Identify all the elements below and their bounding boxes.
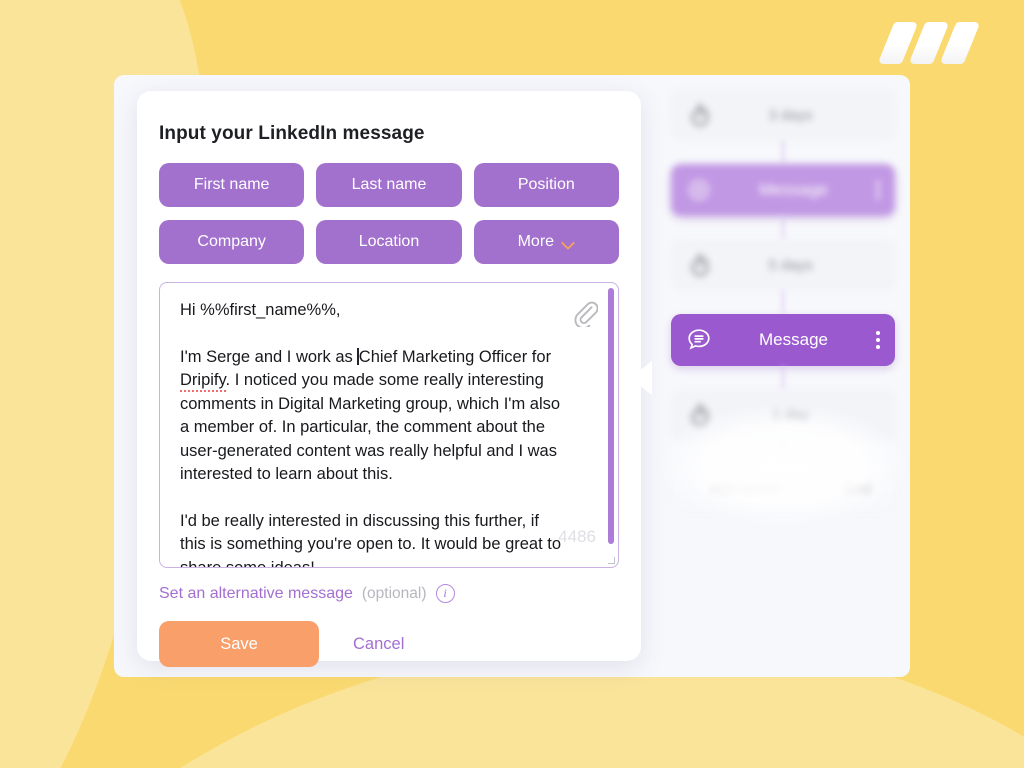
message-para1-c: . I noticed you made some really interes… <box>180 371 565 483</box>
info-icon[interactable]: i <box>435 584 455 603</box>
three-slash-logo <box>877 22 994 64</box>
stopwatch-icon <box>672 403 728 427</box>
workflow-connector <box>781 140 784 164</box>
message-para1-a: I'm Serge and I work as <box>180 347 358 366</box>
message-dialog: Input your LinkedIn message First name L… <box>137 91 652 667</box>
tag-label: More <box>517 233 555 250</box>
tag-button-more[interactable]: More <box>473 220 619 264</box>
variable-tag-grid: First name Last name Position Company Lo… <box>159 163 619 264</box>
stopwatch-icon <box>672 253 728 277</box>
workflow-node-delay[interactable]: 5 days <box>670 240 895 290</box>
chevron-down-icon <box>562 238 575 246</box>
tag-label: Position <box>517 176 575 193</box>
textarea-scrollbar[interactable] <box>608 285 616 567</box>
scrollbar-thumb[interactable] <box>608 288 614 544</box>
workflow-node-message-selected[interactable]: Message <box>670 314 895 366</box>
workflow-node-message[interactable]: Message <box>670 164 895 216</box>
character-counter: 4486 <box>558 527 596 546</box>
workflow-node-label: 1 day <box>772 406 809 424</box>
background-band-outer <box>0 0 74 768</box>
end-button[interactable]: End <box>822 465 894 511</box>
message-greeting: Hi %%first_name%%, <box>180 301 341 319</box>
message-textarea[interactable]: Hi %%first_name%%, I'm Serge and I work … <box>159 282 619 568</box>
screen: 3 days Message 5 days Message 1 day Add … <box>0 0 1024 768</box>
kebab-menu-icon[interactable] <box>861 331 895 349</box>
tag-label: Location <box>358 233 420 250</box>
resize-handle[interactable] <box>608 557 615 564</box>
optional-label: (optional) <box>361 584 427 602</box>
message-para2: I'd be really interested in discussing t… <box>180 511 562 567</box>
save-button[interactable]: Save <box>159 621 319 667</box>
tag-label: Last name <box>351 176 427 193</box>
tag-button-position[interactable]: Position <box>473 163 619 207</box>
message-text[interactable]: Hi %%first_name%%, I'm Serge and I work … <box>160 283 618 567</box>
tag-button-last-name[interactable]: Last name <box>316 163 462 207</box>
tag-label: Company <box>197 233 266 250</box>
alternative-message-row: Set an alternative message (optional) i <box>159 584 619 603</box>
kebab-menu-icon[interactable] <box>861 181 895 199</box>
message-bubble-icon <box>671 177 727 203</box>
dialog-actions: Save Cancel <box>159 621 619 667</box>
workflow-node-label: 3 days <box>768 106 813 124</box>
misspelled-word: Dripify <box>180 371 226 393</box>
tag-button-company[interactable]: Company <box>159 220 305 264</box>
message-para1-b: Chief Marketing Officer for <box>358 347 556 366</box>
workflow-sequence: 3 days Message 5 days Message 1 day Add … <box>655 75 910 677</box>
workflow-connector <box>781 216 784 240</box>
workflow-footer: Add action End <box>670 464 895 512</box>
workflow-connector <box>781 290 784 314</box>
add-action-button[interactable]: Add action <box>672 465 822 511</box>
stopwatch-icon <box>672 103 728 127</box>
workflow-node-label: Message <box>759 180 828 199</box>
set-alternative-message-link[interactable]: Set an alternative message <box>159 585 353 603</box>
workflow-connector <box>781 440 784 464</box>
workflow-node-delay[interactable]: 3 days <box>670 90 895 140</box>
tag-button-location[interactable]: Location <box>316 220 462 264</box>
workflow-node-delay[interactable]: 1 day <box>670 390 895 440</box>
workflow-node-label: Message <box>759 330 828 349</box>
workflow-node-label: 5 days <box>768 256 813 274</box>
tag-button-first-name[interactable]: First name <box>159 163 305 207</box>
tag-label: First name <box>193 176 270 193</box>
workflow-connector <box>781 366 784 390</box>
message-bubble-icon <box>671 326 727 354</box>
page-title: Input your LinkedIn message <box>159 123 425 144</box>
cancel-button[interactable]: Cancel <box>345 629 412 660</box>
paperclip-icon[interactable] <box>572 299 599 330</box>
